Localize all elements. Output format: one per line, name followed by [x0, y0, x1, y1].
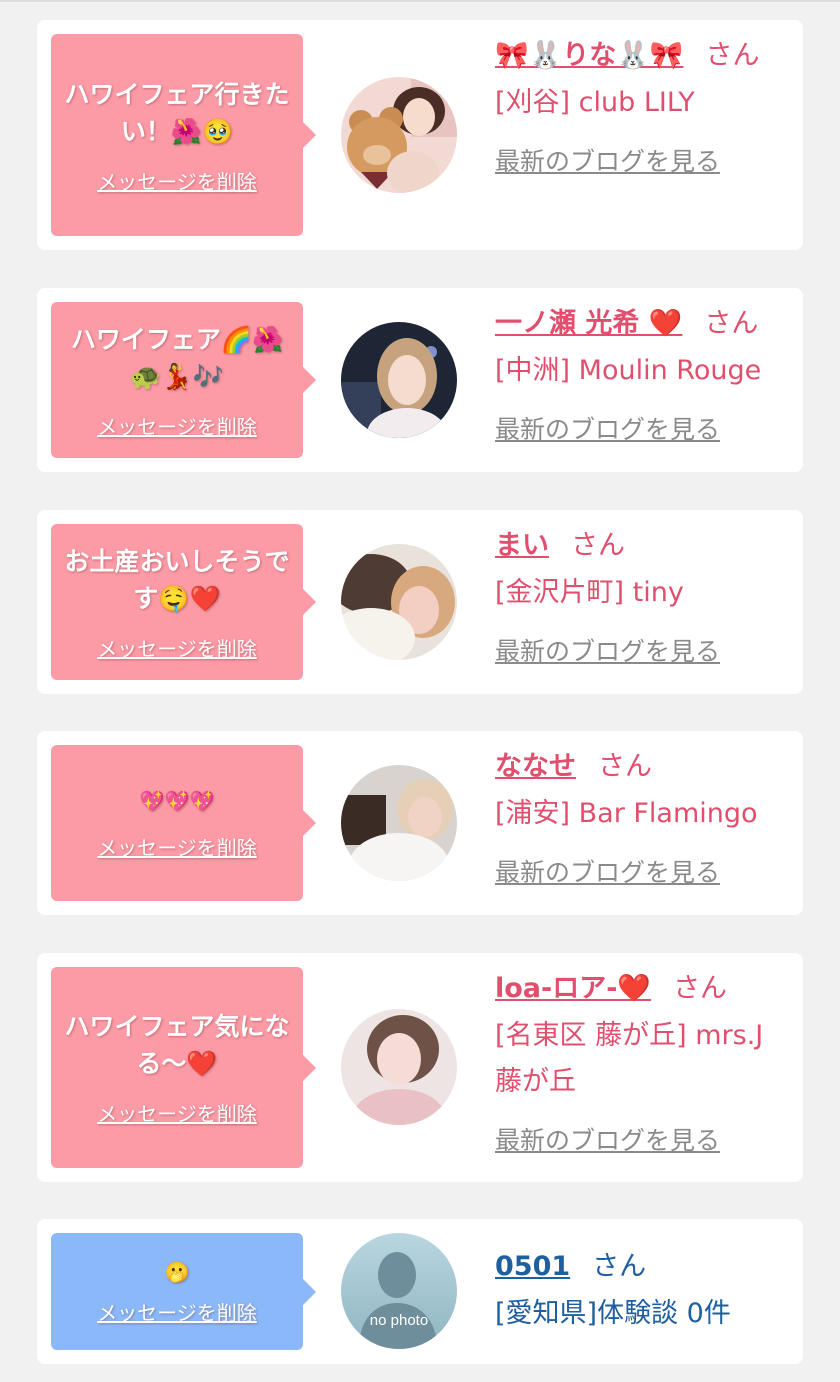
- latest-blog-link[interactable]: 最新のブログを見る: [495, 138, 720, 186]
- message-text: ハワイフェア🌈🌺🐢💃🎶: [70, 324, 284, 391]
- honorific: さん: [673, 973, 728, 1004]
- no-photo-silhouette-icon: no photo: [341, 1233, 457, 1349]
- cast-info: ななせ さん [浦安] Bar Flamingo 最新のブログを見る: [495, 743, 785, 897]
- message-card: お土産おいしそうです🤤❤️ メッセージを削除 まい さん [金沢片町] tiny …: [37, 510, 803, 694]
- message-text: お土産おいしそうです🤤❤️: [64, 546, 290, 613]
- no-photo-caption: no photo: [370, 1312, 428, 1329]
- cast-name-link[interactable]: 一ノ瀬 光希 ❤️: [495, 308, 682, 339]
- latest-blog-link[interactable]: 最新のブログを見る: [495, 628, 720, 676]
- cast-info: まい さん [金沢片町] tiny 最新のブログを見る: [495, 522, 785, 676]
- cast-name-link[interactable]: まい: [495, 530, 549, 561]
- delete-message-link[interactable]: メッセージを削除: [97, 411, 257, 440]
- delete-message-link[interactable]: メッセージを削除: [97, 1297, 257, 1326]
- shop-info: [愛知県]体験談 0件: [495, 1298, 731, 1329]
- cast-name-link[interactable]: 🎀🐰りな🐰🎀: [495, 40, 683, 71]
- latest-blog-link[interactable]: 最新のブログを見る: [495, 1117, 720, 1165]
- shop-info: [名東区 藤が丘] mrs.J 藤が丘: [495, 1020, 764, 1097]
- message-bubble: ハワイフェア行きたい！🌺🥹 メッセージを削除: [51, 34, 316, 236]
- cast-name-line: まい さん: [495, 522, 785, 570]
- latest-blog-link[interactable]: 最新のブログを見る: [495, 849, 720, 897]
- honorific: さん: [704, 308, 759, 339]
- cast-info: 🎀🐰りな🐰🎀 さん [刈谷] club LILY 最新のブログを見る: [495, 32, 785, 186]
- shop-info: [金沢片町] tiny: [495, 577, 684, 608]
- message-card: ハワイフェア行きたい！🌺🥹 メッセージを削除 🎀🐰りな🐰🎀 さん [刈谷] clu…: [37, 20, 803, 250]
- delete-message-link[interactable]: メッセージを削除: [97, 832, 257, 861]
- shop-info: [刈谷] club LILY: [495, 87, 695, 118]
- avatar[interactable]: [341, 1009, 457, 1125]
- avatar[interactable]: [341, 77, 457, 193]
- message-text: ハワイフェア気になる〜❤️: [64, 1012, 290, 1078]
- cast-name-link[interactable]: ななせ: [495, 751, 576, 782]
- message-text: 🫢: [164, 1260, 190, 1284]
- avatar[interactable]: [341, 544, 457, 660]
- cast-name-line: 🎀🐰りな🐰🎀 さん: [495, 32, 785, 80]
- avatar[interactable]: no photo: [341, 1233, 457, 1349]
- message-card: 💖💖💖 メッセージを削除 ななせ さん [浦安] Bar Flamingo 最新の…: [37, 731, 803, 915]
- cast-name-line: 0501 さん: [495, 1243, 785, 1291]
- message-bubble: 🫢 メッセージを削除: [51, 1233, 316, 1350]
- delete-message-link[interactable]: メッセージを削除: [97, 633, 257, 662]
- avatar[interactable]: [341, 322, 457, 438]
- profile-photo-icon: [341, 77, 457, 193]
- profile-photo-icon: [341, 544, 457, 660]
- message-bubble: お土産おいしそうです🤤❤️ メッセージを削除: [51, 524, 316, 680]
- cast-name-link[interactable]: 0501: [495, 1251, 570, 1282]
- profile-photo-icon: [341, 322, 457, 438]
- honorific: さん: [571, 530, 625, 561]
- message-card: 🫢 メッセージを削除 no photo 0501 さん [愛知県]体験談 0件: [37, 1219, 803, 1364]
- delete-message-link[interactable]: メッセージを削除: [97, 166, 257, 195]
- profile-photo-icon: [341, 765, 457, 881]
- cast-info: 一ノ瀬 光希 ❤️ さん [中洲] Moulin Rouge 最新のブログを見る: [495, 300, 785, 454]
- honorific: さん: [598, 751, 652, 782]
- latest-blog-link[interactable]: 最新のブログを見る: [495, 406, 720, 454]
- cast-info: loa-ロア-❤️ さん [名東区 藤が丘] mrs.J 藤が丘 最新のブログを見…: [495, 965, 785, 1165]
- avatar[interactable]: [341, 765, 457, 881]
- profile-photo-icon: [341, 1009, 457, 1125]
- message-bubble: ハワイフェア🌈🌺🐢💃🎶 メッセージを削除: [51, 302, 316, 458]
- honorific: さん: [705, 40, 760, 71]
- cast-name-line: 一ノ瀬 光希 ❤️ さん: [495, 300, 785, 348]
- message-card: ハワイフェア気になる〜❤️ メッセージを削除 loa-ロア-❤️ さん [名東区 …: [37, 953, 803, 1182]
- honorific: さん: [592, 1251, 647, 1282]
- shop-info: [中洲] Moulin Rouge: [495, 355, 762, 386]
- delete-message-link[interactable]: メッセージを削除: [97, 1098, 257, 1127]
- cast-name-line: loa-ロア-❤️ さん: [495, 965, 785, 1013]
- message-bubble: ハワイフェア気になる〜❤️ メッセージを削除: [51, 967, 316, 1168]
- message-text: 💖💖💖: [139, 788, 215, 813]
- cast-name-link[interactable]: loa-ロア-❤️: [495, 973, 651, 1004]
- cast-name-line: ななせ さん: [495, 743, 785, 791]
- message-text: ハワイフェア行きたい！🌺🥹: [64, 79, 290, 146]
- message-bubble: 💖💖💖 メッセージを削除: [51, 745, 316, 901]
- shop-info: [浦安] Bar Flamingo: [495, 798, 758, 829]
- cast-info: 0501 さん [愛知県]体験談 0件: [495, 1243, 785, 1337]
- message-card: ハワイフェア🌈🌺🐢💃🎶 メッセージを削除 一ノ瀬 光希 ❤️ さん [中洲] Mo…: [37, 288, 803, 472]
